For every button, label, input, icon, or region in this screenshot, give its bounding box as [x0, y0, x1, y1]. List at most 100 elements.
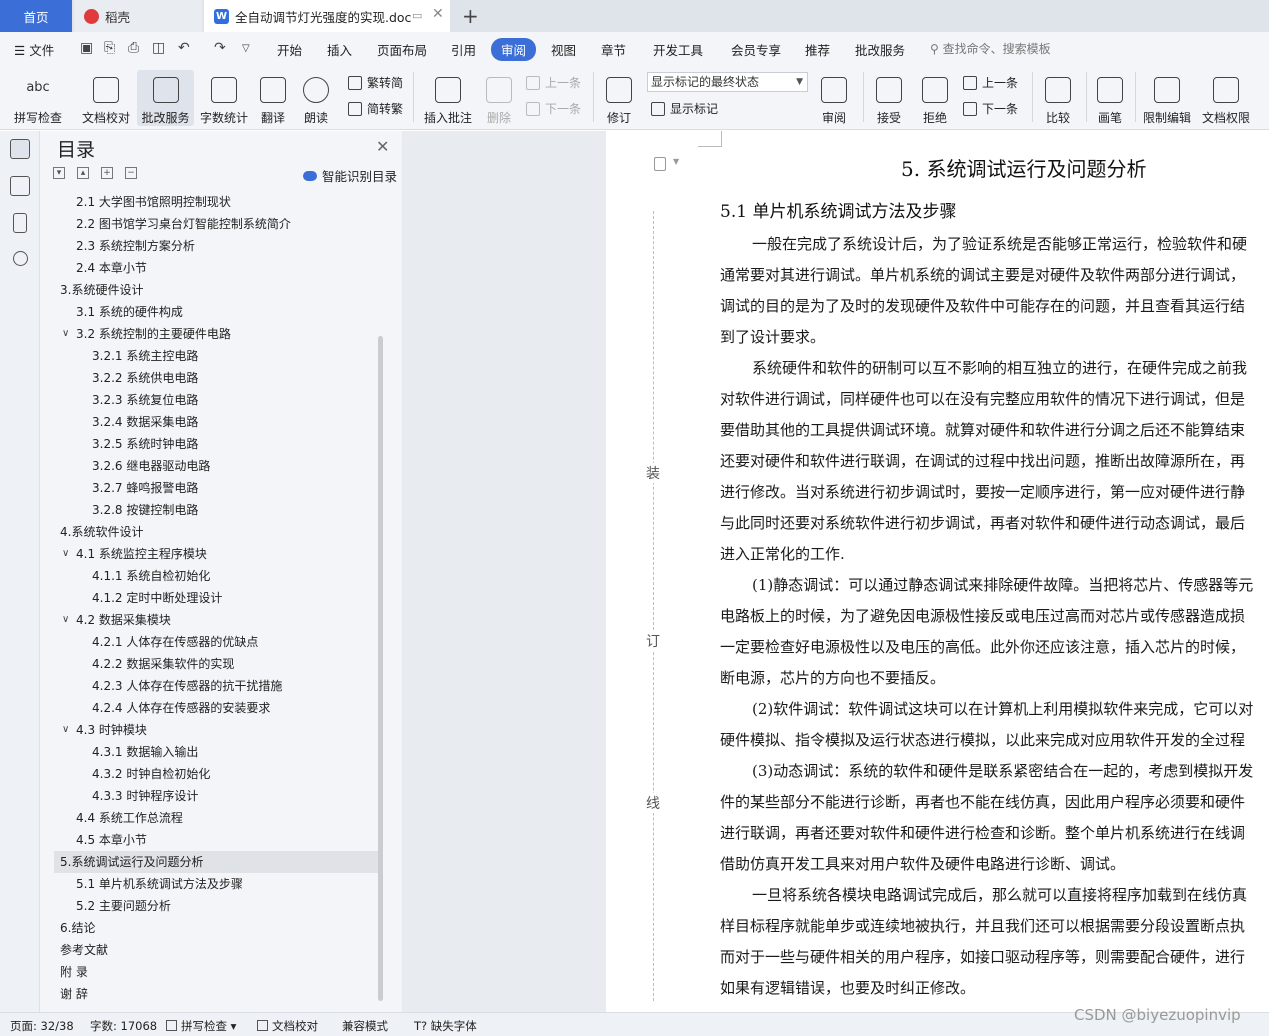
doc-permission-button[interactable]: 文档权限: [1200, 70, 1252, 126]
toc-item[interactable]: 3.2.4 数据采集电路: [54, 411, 380, 433]
toc-item[interactable]: 4.2.2 数据采集软件的实现: [54, 653, 380, 675]
toc-scrollbar[interactable]: [378, 336, 383, 1001]
toc-item[interactable]: ∨ 3.2 系统控制的主要硬件电路: [54, 323, 380, 345]
toc-item[interactable]: 3.2.3 系统复位电路: [54, 389, 380, 411]
tab-close-icon[interactable]: ✕: [432, 6, 444, 22]
prev-comment-button[interactable]: 上一条: [526, 74, 581, 91]
tab-document[interactable]: W 全自动调节灯光强度的实现.doc ▭ ✕: [204, 0, 450, 32]
track-changes-button[interactable]: 修订: [600, 70, 638, 126]
simp-to-trad-button[interactable]: 简转繁: [348, 100, 403, 117]
toc-item[interactable]: 4.2.4 人体存在传感器的安装要求: [54, 697, 380, 719]
collapse-down-icon[interactable]: ▾: [53, 167, 65, 179]
status-spell-check[interactable]: 拼写检查 ▾: [166, 1018, 236, 1034]
toc-item[interactable]: 5.1 单片机系统调试方法及步骤: [54, 873, 380, 895]
chevron-down-icon[interactable]: ∨: [62, 609, 69, 631]
new-tab-plus-icon[interactable]: +: [462, 4, 479, 28]
next-change-button[interactable]: 下一条: [963, 100, 1018, 117]
print-icon[interactable]: ⎙: [128, 40, 139, 56]
toc-item[interactable]: 4.1.2 定时中断处理设计: [54, 587, 380, 609]
toc-item[interactable]: ∨5.系统调试运行及问题分析: [54, 851, 380, 873]
menu-developer[interactable]: 开发工具: [653, 40, 703, 59]
menu-member[interactable]: 会员专享: [731, 40, 781, 59]
toc-item[interactable]: 2.1 大学图书馆照明控制现状: [54, 191, 380, 213]
toc-item[interactable]: 4.3.2 时钟自检初始化: [54, 763, 380, 785]
close-icon[interactable]: ✕: [376, 137, 389, 156]
toc-item[interactable]: 5.2 主要问题分析: [54, 895, 380, 917]
toc-item[interactable]: 4.2.1 人体存在传感器的优缺点: [54, 631, 380, 653]
toc-item[interactable]: 3.2.2 系统供电电路: [54, 367, 380, 389]
toc-item[interactable]: 3.2.6 继电器驱动电路: [54, 455, 380, 477]
insert-comment-button[interactable]: 插入批注: [421, 70, 475, 126]
delete-comment-button[interactable]: 删除: [480, 70, 518, 126]
word-count-button[interactable]: 字数统计: [198, 70, 250, 126]
smart-toc-button[interactable]: 智能识别目录: [303, 166, 397, 185]
pen-button[interactable]: 画笔: [1092, 70, 1128, 126]
expand-plus-icon[interactable]: +: [101, 167, 113, 179]
undo-icon[interactable]: ↶: [178, 40, 190, 56]
restrict-edit-button[interactable]: 限制编辑: [1141, 70, 1193, 126]
menu-chapter[interactable]: 章节: [601, 40, 626, 59]
compat-mode[interactable]: 兼容模式: [342, 1018, 388, 1034]
toc-item[interactable]: ∨ 4.2 数据采集模块: [54, 609, 380, 631]
menu-view[interactable]: 视图: [551, 40, 576, 59]
chevron-down-icon[interactable]: ∨: [62, 323, 69, 345]
toc-item[interactable]: 2.3 系统控制方案分析: [54, 235, 380, 257]
tab-monitor-icon[interactable]: ▭: [412, 9, 422, 22]
status-doc-proof[interactable]: 文档校对: [257, 1018, 318, 1034]
toc-item[interactable]: 3.2.5 系统时钟电路: [54, 433, 380, 455]
menu-page-layout[interactable]: 页面布局: [377, 40, 427, 59]
command-search[interactable]: ⚲ 查找命令、搜索模板: [930, 40, 1051, 57]
page-indicator[interactable]: 页面: 32/38: [10, 1018, 74, 1034]
toc-item[interactable]: 2.4 本章小节: [54, 257, 380, 279]
file-menu[interactable]: ☰ 文件: [14, 40, 54, 59]
missing-font[interactable]: T? 缺失字体: [414, 1018, 477, 1034]
chapter-nav-icon[interactable]: [10, 176, 30, 196]
markup-state-select[interactable]: 显示标记的最终状态 ▼: [647, 72, 808, 92]
reject-button[interactable]: 拒绝: [916, 70, 954, 126]
customize-toolbar-chevron-icon[interactable]: ▽: [242, 43, 250, 54]
export-pdf-icon[interactable]: ⎘: [104, 40, 115, 56]
menu-correction-service[interactable]: 批改服务: [855, 40, 905, 59]
toc-item[interactable]: 4.2.3 人体存在传感器的抗干扰措施: [54, 675, 380, 697]
toc-item[interactable]: 附 录: [54, 961, 380, 983]
page-icon[interactable]: [654, 157, 666, 171]
bookmark-icon[interactable]: [13, 213, 27, 233]
tab-daoke[interactable]: 稻壳: [74, 0, 202, 32]
toc-item[interactable]: ∨ 4.1 系统监控主程序模块: [54, 543, 380, 565]
review-pane-button[interactable]: 审阅: [814, 70, 854, 126]
toc-item[interactable]: 3.2.8 按键控制电路: [54, 499, 380, 521]
correction-service-button[interactable]: 批改服务: [137, 70, 194, 126]
chevron-down-icon[interactable]: ∨: [62, 719, 69, 741]
accept-button[interactable]: 接受: [870, 70, 908, 126]
doc-proof-button[interactable]: 文档校对: [79, 70, 133, 126]
toc-item[interactable]: 4.3.3 时钟程序设计: [54, 785, 380, 807]
read-aloud-button[interactable]: 朗读: [300, 70, 332, 126]
compare-button[interactable]: 比较: [1038, 70, 1078, 126]
toc-item[interactable]: 4.5 本章小节: [54, 829, 380, 851]
toc-item[interactable]: ∨ 4.3 时钟模块: [54, 719, 380, 741]
menu-reference[interactable]: 引用: [451, 40, 476, 59]
chevron-down-icon[interactable]: ▼: [673, 157, 679, 166]
chevron-down-icon[interactable]: ∨: [62, 543, 69, 565]
collapse-minus-icon[interactable]: −: [125, 167, 137, 179]
save-icon[interactable]: ▣: [80, 40, 93, 56]
search-icon[interactable]: [13, 251, 28, 266]
trad-to-simp-button[interactable]: 繁转简: [348, 74, 403, 91]
show-markup-button[interactable]: 显示标记: [651, 100, 718, 117]
toc-item[interactable]: 4.1.1 系统自检初始化: [54, 565, 380, 587]
document-page[interactable]: ▼ 装 订 线 5. 系统调试运行及问题分析 5.1 单片机系统调试方法及步骤 …: [606, 131, 1269, 1012]
prev-change-button[interactable]: 上一条: [963, 74, 1018, 91]
toc-item[interactable]: 参考文献: [54, 939, 380, 961]
print-preview-icon[interactable]: ◫: [152, 40, 165, 56]
toc-item[interactable]: 3.1 系统的硬件构成: [54, 301, 380, 323]
next-comment-button[interactable]: 下一条: [526, 100, 581, 117]
menu-start[interactable]: 开始: [277, 40, 302, 59]
spell-check-button[interactable]: abc 拼写检查: [8, 70, 68, 126]
translate-button[interactable]: 翻译: [255, 70, 291, 126]
menu-insert[interactable]: 插入: [327, 40, 352, 59]
tab-home[interactable]: 首页: [0, 0, 72, 32]
toc-item[interactable]: 4.4 系统工作总流程: [54, 807, 380, 829]
word-count-indicator[interactable]: 字数: 17068: [90, 1018, 157, 1034]
toc-item[interactable]: 3.2.7 蜂鸣报警电路: [54, 477, 380, 499]
toc-item[interactable]: 谢 辞: [54, 983, 380, 1005]
